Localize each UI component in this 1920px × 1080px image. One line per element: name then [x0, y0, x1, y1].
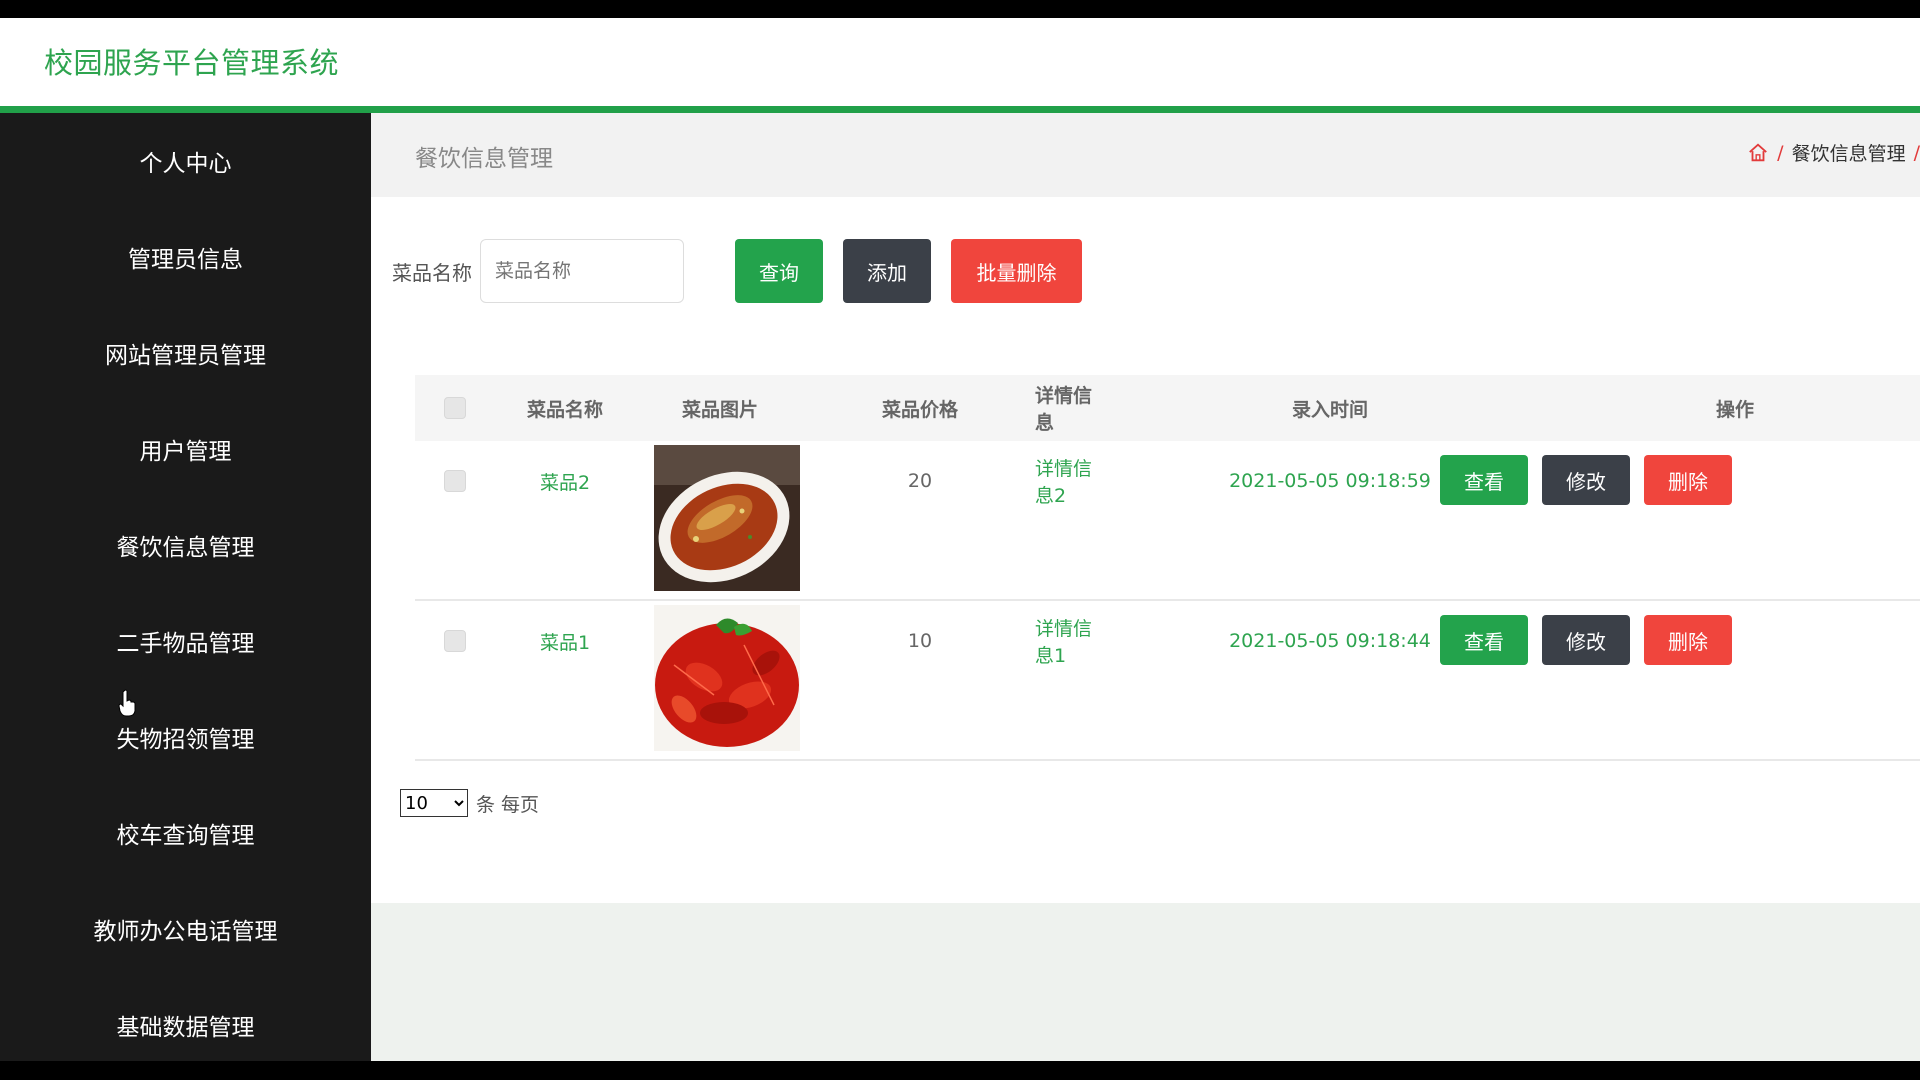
delete-button[interactable]: 删除	[1644, 615, 1732, 665]
crayfish-dish-image	[654, 605, 800, 751]
batch-delete-button[interactable]: 批量删除	[951, 239, 1082, 303]
breadcrumb-current[interactable]: 餐饮信息管理	[1792, 139, 1906, 166]
dish-name: 菜品2	[539, 471, 591, 494]
search-bar: 菜品名称 查询 添加 批量删除	[392, 239, 1082, 303]
edit-button[interactable]: 修改	[1542, 615, 1630, 665]
main-content: 餐饮信息管理 / 餐饮信息管理 / 菜品名称 查询 添加 批量删除 菜品名称 菜…	[371, 113, 1920, 1061]
sidebar-item-school-bus[interactable]: 校车查询管理	[0, 785, 371, 881]
query-button[interactable]: 查询	[735, 239, 823, 303]
app-title: 校园服务平台管理系统	[44, 46, 340, 80]
sidebar-item-basic-data[interactable]: 基础数据管理	[0, 977, 371, 1073]
bottom-black-bar	[0, 1061, 1920, 1080]
sidebar-item-users[interactable]: 用户管理	[0, 401, 371, 497]
home-icon[interactable]	[1747, 142, 1769, 164]
sidebar-item-lost-found[interactable]: 失物招领管理	[0, 689, 371, 785]
column-header: 录入时间	[1291, 398, 1368, 421]
breadcrumb-separator-trailing: /	[1913, 141, 1920, 164]
column-header: 操作	[1715, 398, 1754, 421]
column-header: 菜品名称	[526, 398, 603, 421]
dish-name-label: 菜品名称	[392, 260, 472, 285]
header: 校园服务平台管理系统	[0, 18, 1920, 106]
view-button[interactable]: 查看	[1440, 455, 1528, 505]
sidebar-item-admin-info[interactable]: 管理员信息	[0, 209, 371, 305]
pagination: 10 20 50 条 每页	[400, 789, 539, 817]
row-actions: 查看 修改 删除	[1440, 455, 1732, 505]
row-checkbox[interactable]	[444, 470, 466, 492]
dish-detail: 详情信息2	[1035, 458, 1093, 507]
sidebar: 个人中心 管理员信息 网站管理员管理 用户管理 餐饮信息管理 二手物品管理 失物…	[0, 113, 371, 1061]
header-accent-line	[0, 106, 1920, 113]
dish-name: 菜品1	[539, 631, 591, 654]
row-checkbox[interactable]	[444, 630, 466, 652]
breadcrumb: / 餐饮信息管理 /	[1747, 139, 1920, 166]
footer-area	[371, 903, 1920, 1061]
column-header: 详情信息	[1035, 385, 1093, 434]
delete-button[interactable]: 删除	[1644, 455, 1732, 505]
sidebar-item-personal-center[interactable]: 个人中心	[0, 113, 371, 209]
title-bar: 餐饮信息管理 / 餐饮信息管理 /	[371, 113, 1920, 197]
page-title: 餐饮信息管理	[415, 146, 553, 172]
table-row: 菜品1 10 详情信息1 2021-05-05 09:18:44 查看 修改 删…	[415, 601, 1920, 761]
dish-detail: 详情信息1	[1035, 618, 1093, 667]
sidebar-item-catering[interactable]: 餐饮信息管理	[0, 497, 371, 593]
sidebar-item-teacher-phone[interactable]: 教师办公电话管理	[0, 881, 371, 977]
breadcrumb-separator: /	[1777, 141, 1784, 164]
page-size-select[interactable]: 10 20 50	[400, 789, 468, 817]
dish-table: 菜品名称 菜品图片 菜品价格 详情信息 录入时间 操作 菜品2 20 详情信息2…	[415, 375, 1920, 761]
column-header: 菜品图片	[681, 398, 758, 421]
add-button[interactable]: 添加	[843, 239, 931, 303]
page-size-suffix: 条 每页	[476, 793, 540, 816]
view-button[interactable]: 查看	[1440, 615, 1528, 665]
dish-name-input[interactable]	[480, 239, 684, 303]
edit-button[interactable]: 修改	[1542, 455, 1630, 505]
table-row: 菜品2 20 详情信息2 2021-05-05 09:18:59 查看 修改 删…	[415, 441, 1920, 601]
table-header: 菜品名称 菜品图片 菜品价格 详情信息 录入时间 操作	[415, 375, 1920, 441]
dish-price: 10	[907, 630, 933, 652]
sidebar-item-site-admin[interactable]: 网站管理员管理	[0, 305, 371, 401]
fish-dish-image	[654, 445, 800, 591]
top-black-bar	[0, 0, 1920, 18]
dish-price: 20	[907, 470, 933, 492]
mouse-pointer-icon	[118, 689, 136, 717]
sidebar-item-second-hand[interactable]: 二手物品管理	[0, 593, 371, 689]
select-all-checkbox[interactable]	[444, 397, 466, 419]
row-actions: 查看 修改 删除	[1440, 615, 1732, 665]
column-header: 菜品价格	[881, 398, 958, 421]
